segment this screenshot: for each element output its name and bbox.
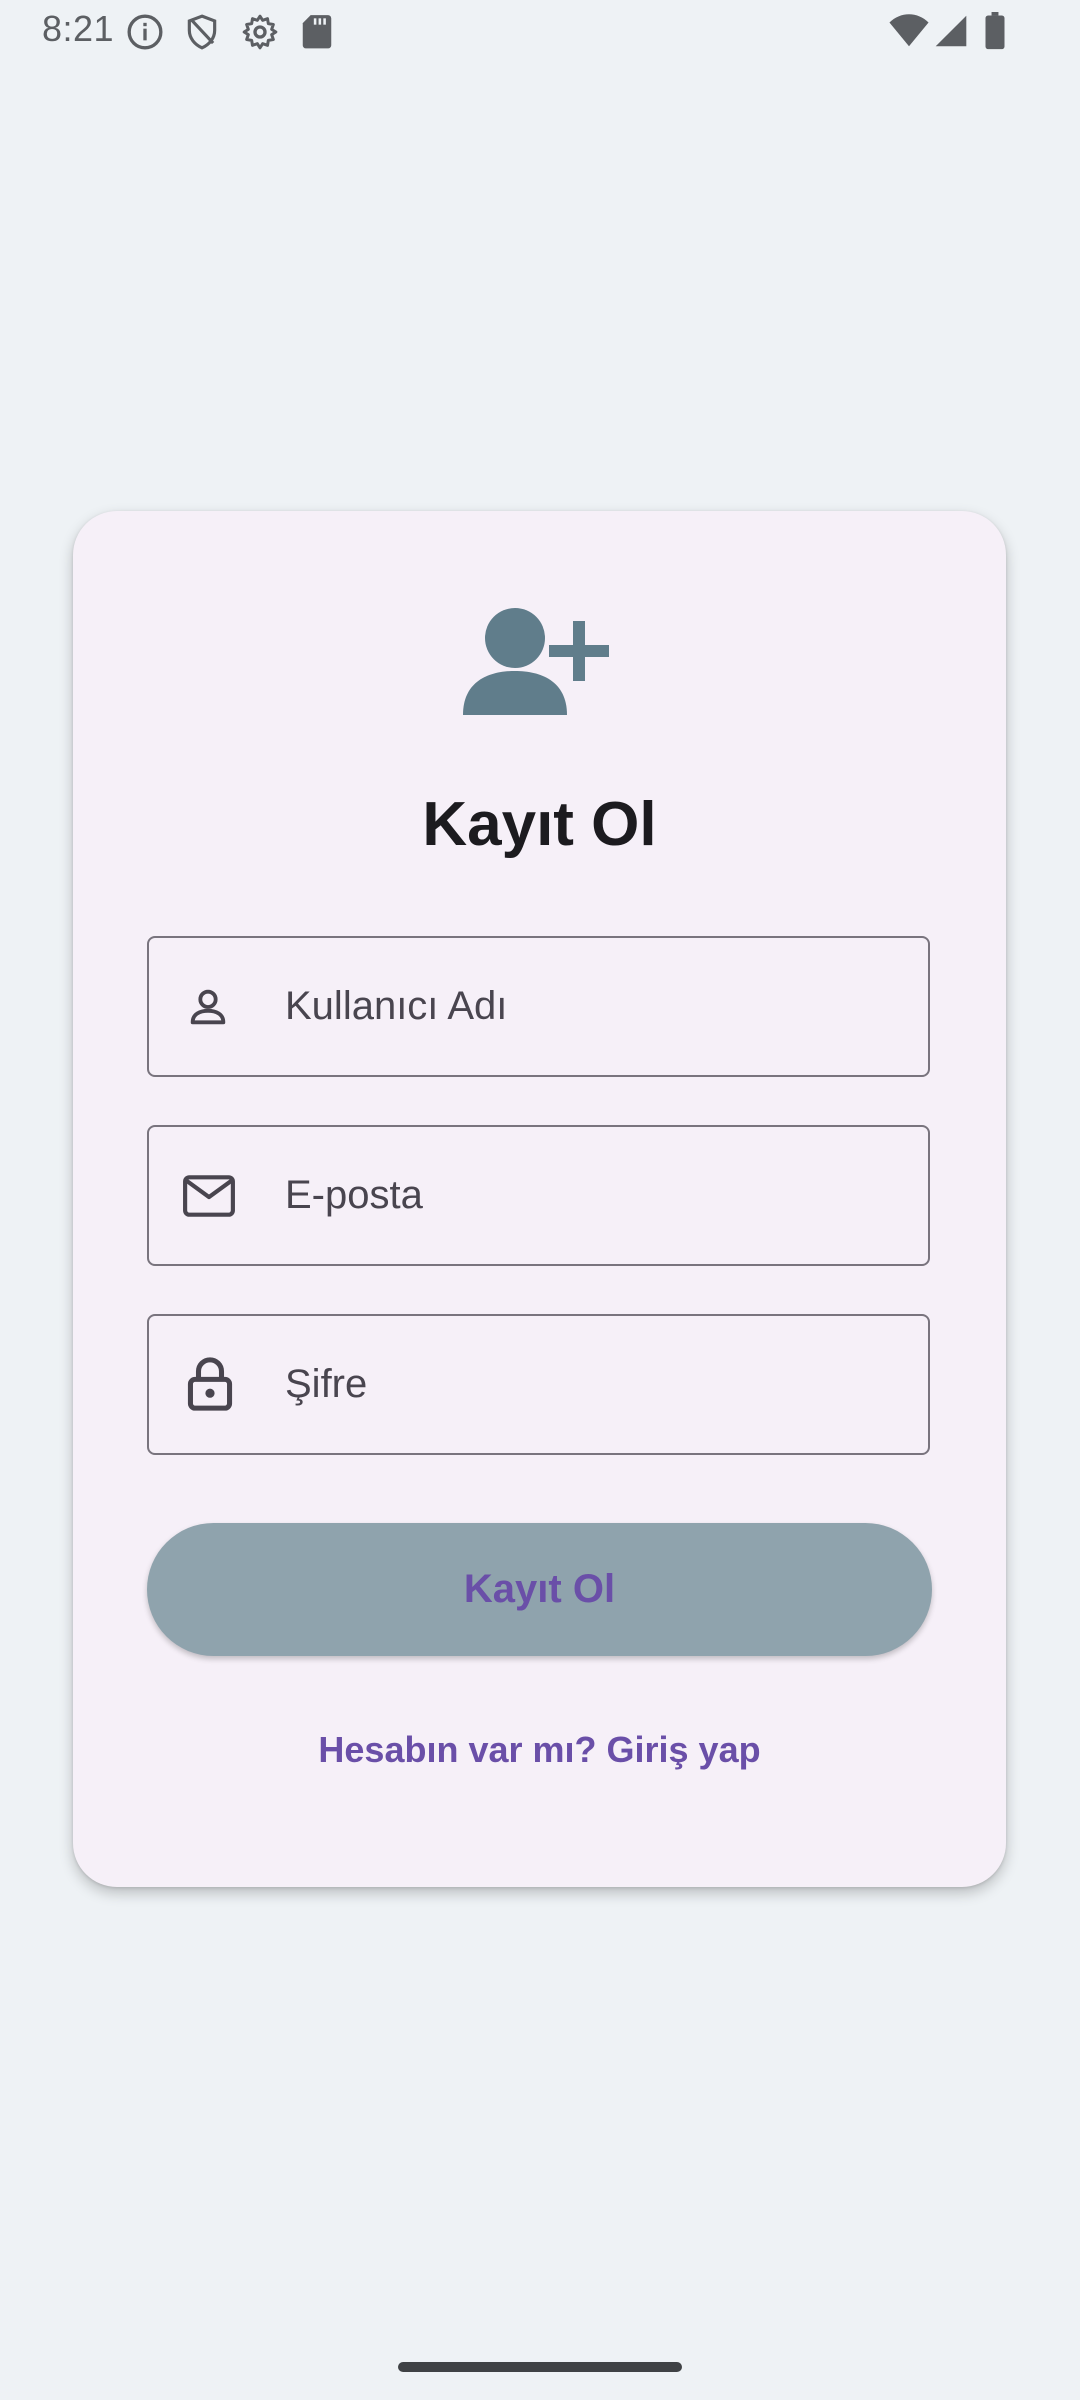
login-link[interactable]: Hesabın var mı? Giriş yap <box>73 1729 1006 1771</box>
username-field[interactable] <box>147 936 930 1077</box>
info-icon <box>125 12 165 52</box>
password-input[interactable] <box>285 1316 885 1453</box>
register-card: Kayıt Ol Kayıt Ol Hesabın var mı? Giriş … <box>73 511 1006 1887</box>
email-input[interactable] <box>285 1127 885 1264</box>
username-input[interactable] <box>285 938 885 1075</box>
person-icon <box>185 984 231 1030</box>
signal-icon <box>934 14 968 48</box>
battery-icon <box>984 12 1006 50</box>
lock-icon <box>187 1356 233 1412</box>
person-add-icon <box>463 605 613 715</box>
mail-icon <box>182 1173 236 1219</box>
password-field[interactable] <box>147 1314 930 1455</box>
status-bar: 8:21 <box>0 0 1080 64</box>
email-field[interactable] <box>147 1125 930 1266</box>
shield-icon <box>183 12 221 52</box>
page-title: Kayıt Ol <box>422 790 657 859</box>
register-button[interactable]: Kayıt Ol <box>147 1523 932 1656</box>
sd-card-icon <box>300 12 334 50</box>
wifi-icon <box>888 14 930 48</box>
status-time: 8:21 <box>42 8 115 49</box>
home-indicator[interactable] <box>398 2362 682 2372</box>
settings-icon <box>240 12 280 52</box>
